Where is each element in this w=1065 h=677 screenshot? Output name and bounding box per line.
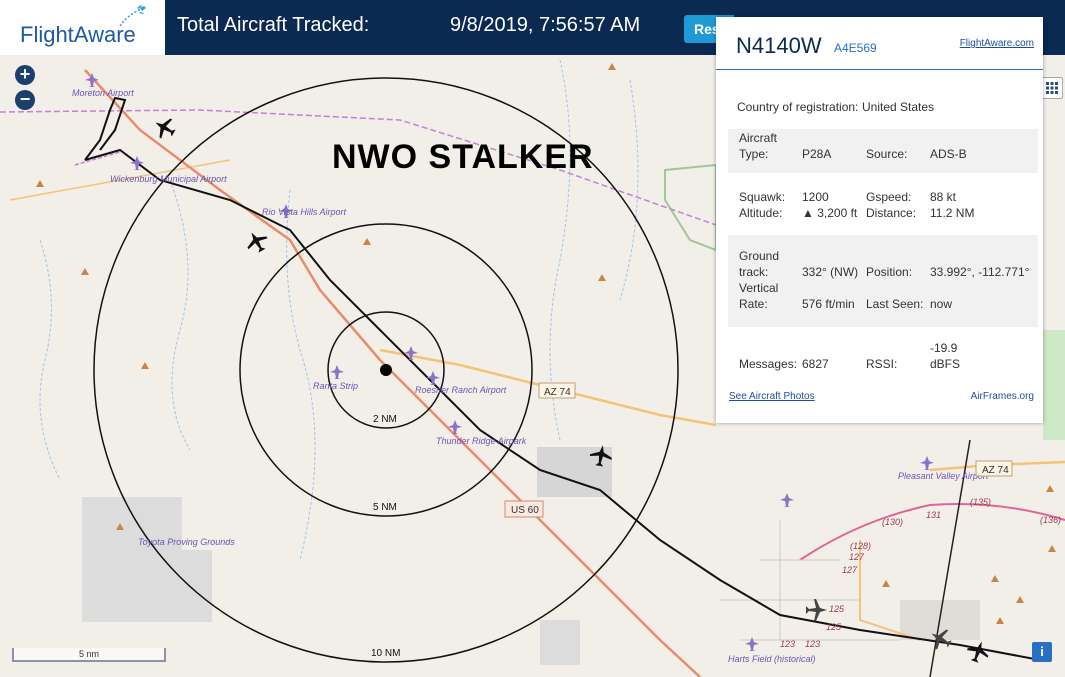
rssi-value-2: dBFS <box>930 357 961 371</box>
country-value: United States <box>862 100 935 114</box>
messages-label: Messages: <box>739 357 798 371</box>
rssi-label: RSSI: <box>866 357 898 371</box>
road-number: 127 <box>842 565 858 575</box>
receiver-location <box>380 364 392 376</box>
zoom-out-button[interactable]: − <box>15 90 35 110</box>
messages-row: Messages: 6827 RSSI: -19.9 dBFS <box>728 339 1038 375</box>
type-value: P28A <box>802 147 832 161</box>
registration: N4140W <box>736 33 822 58</box>
timestamp: 9/8/2019, 7:56:57 AM <box>450 14 641 36</box>
rate-value: 576 ft/min <box>802 297 855 311</box>
road-number: (128) <box>850 541 871 551</box>
airframes-link[interactable]: AirFrames.org <box>971 391 1034 402</box>
ring-label-2nm: 2 NM <box>373 414 397 425</box>
squawk-value: 1200 <box>802 190 829 204</box>
road-shield-label: AZ 74 <box>982 465 1009 476</box>
flightaware-logo[interactable]: FlightAware <box>0 0 165 55</box>
road-shield-label: US 60 <box>511 505 539 516</box>
aircraft-type-label-1: Aircraft <box>739 131 778 145</box>
ring-label-10nm: 10 NM <box>371 648 400 659</box>
gray-area <box>540 620 580 665</box>
road-number: (130) <box>882 517 903 527</box>
road-number: 123 <box>780 639 795 649</box>
squawk-label: Squawk: <box>739 190 786 204</box>
road-number: (135) <box>970 497 991 507</box>
country-row: Country of registration: United States <box>728 99 1038 119</box>
gray-area <box>82 497 182 622</box>
aircraft-info-panel: N4140W A4E569 FlightAware.com Country of… <box>716 17 1043 423</box>
scale-bar: 5 nm <box>12 648 166 662</box>
altitude-label: Altitude: <box>739 206 783 220</box>
vertical-rate-label-1: Vertical <box>739 281 779 295</box>
road-number: 125 <box>826 622 842 632</box>
country-label: Country of registration: <box>737 100 859 114</box>
road-number: 125 <box>829 604 845 614</box>
gray-area <box>182 550 212 622</box>
place-label: Ranta Strip <box>313 381 358 391</box>
road-number: 131 <box>926 510 941 520</box>
place-label: Wickenburg Municipal Airport <box>110 174 227 184</box>
ring-label-5nm: 5 NM <box>373 502 397 513</box>
last-seen-value: now <box>930 297 953 311</box>
total-aircraft-label: Total Aircraft Tracked: <box>177 14 370 36</box>
zoom-in-button[interactable]: + <box>15 65 35 85</box>
last-seen-label: Last Seen: <box>866 297 924 311</box>
flightaware-link[interactable]: FlightAware.com <box>960 38 1034 49</box>
distance-label: Distance: <box>866 206 917 220</box>
overlay-title: NWO STALKER <box>332 138 594 176</box>
road-number: 123 <box>805 639 820 649</box>
squawk-row: Squawk: 1200 Gspeed: 88 kt Altitude: ▲ 3… <box>728 189 1038 223</box>
source-value: ADS-B <box>930 147 967 161</box>
messages-value: 6827 <box>802 357 829 371</box>
position-value: 33.992°, -112.771° <box>930 265 1030 279</box>
layer-grid-icon[interactable] <box>1041 77 1063 99</box>
distance-value: 11.2 NM <box>930 206 975 220</box>
track-row: Ground track: 332° (NW) Position: 33.992… <box>728 235 1038 327</box>
gspeed-label: Gspeed: <box>866 190 912 204</box>
place-label: Thunder Ridge Airpark <box>436 436 527 446</box>
type-row: Aircraft Type: P28A Source: ADS-B <box>728 129 1038 173</box>
track-value: 332° (NW) <box>802 265 859 279</box>
ground-track-label-1: Ground <box>739 249 780 263</box>
aircraft-type-label-2: Type: <box>739 147 769 161</box>
hex-code[interactable]: A4E569 <box>834 41 877 55</box>
road-shield-label: AZ 74 <box>544 387 571 398</box>
place-label: Toyota Proving Grounds <box>138 537 235 547</box>
road-number: 127 <box>849 552 865 562</box>
source-label: Source: <box>866 147 908 161</box>
road-number: (136) <box>1040 515 1061 525</box>
position-label: Position: <box>866 265 913 279</box>
gspeed-value: 88 kt <box>930 190 957 204</box>
rssi-value-1: -19.9 <box>930 341 958 355</box>
info-icon[interactable]: i <box>1032 642 1052 662</box>
place-label: Rio Vista Hills Airport <box>262 207 347 217</box>
place-label: Harts Field (historical) <box>728 654 816 664</box>
panel-divider <box>716 69 1043 70</box>
vertical-rate-label-2: Rate: <box>739 297 768 311</box>
altitude-value: ▲ 3,200 ft <box>802 206 858 220</box>
green-area <box>1043 330 1065 440</box>
place-label: Roesner Ranch Airport <box>415 385 507 395</box>
place-label: Pleasant Valley Airport <box>898 471 989 481</box>
ground-track-label-2: track: <box>739 265 769 279</box>
aircraft-photos-link[interactable]: See Aircraft Photos <box>729 391 815 402</box>
plane-logo-icon <box>119 5 146 27</box>
place-label: Moreton Airport <box>72 88 134 98</box>
